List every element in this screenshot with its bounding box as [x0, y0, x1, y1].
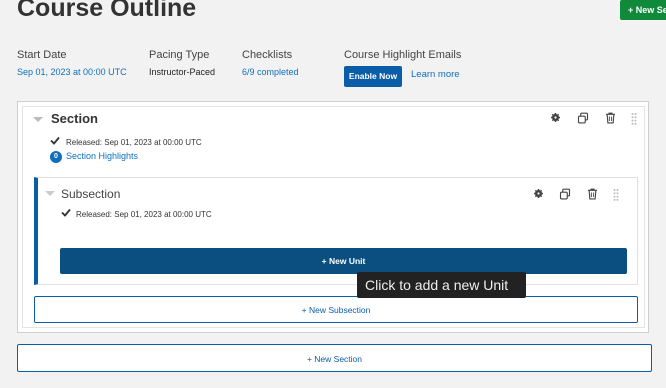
new-unit-button[interactable]: + New Unit	[60, 248, 627, 274]
start-date-value[interactable]: Sep 01, 2023 at 00:00 UTC	[17, 67, 127, 77]
highlight-emails-label: Course Highlight Emails	[344, 49, 462, 61]
section-title[interactable]: Section	[51, 111, 98, 126]
section-release-status: Released: Sep 01, 2023 at 00:00 UTC	[66, 138, 202, 147]
checklists-label: Checklists	[242, 49, 293, 61]
chevron-down-icon[interactable]	[45, 191, 55, 196]
learn-more-link[interactable]: Learn more	[411, 69, 460, 80]
enable-now-button[interactable]: Enable Now	[344, 66, 402, 87]
subsection-release-status: Released: Sep 01, 2023 at 00:00 UTC	[76, 210, 212, 219]
new-unit-tooltip: Click to add a new Unit	[357, 272, 526, 298]
drag-handle-icon[interactable]	[613, 188, 621, 202]
checkmark-icon	[61, 208, 71, 220]
section-highlights-count: 0	[50, 151, 62, 163]
trash-icon[interactable]	[585, 188, 599, 202]
checklists-value[interactable]: 6/9 completed	[242, 67, 299, 77]
new-subsection-button[interactable]: + New Subsection	[34, 296, 638, 323]
pacing-type-label: Pacing Type	[149, 49, 210, 61]
gear-icon[interactable]	[548, 112, 562, 126]
section-highlights-link[interactable]: Section Highlights	[66, 151, 138, 161]
subsection-title[interactable]: Subsection	[61, 187, 120, 201]
drag-handle-icon[interactable]	[631, 112, 639, 126]
page-title: Course Outline	[17, 0, 197, 22]
new-section-button-top[interactable]: + New Se	[620, 0, 666, 20]
duplicate-icon[interactable]	[576, 112, 590, 126]
gear-icon[interactable]	[531, 188, 545, 202]
checkmark-icon	[50, 136, 60, 148]
duplicate-icon[interactable]	[558, 188, 572, 202]
chevron-down-icon[interactable]	[33, 117, 43, 122]
trash-icon[interactable]	[603, 112, 617, 126]
start-date-label: Start Date	[17, 49, 67, 61]
pacing-type-value: Instructor-Paced	[149, 67, 216, 77]
new-section-button[interactable]: + New Section	[17, 344, 652, 372]
